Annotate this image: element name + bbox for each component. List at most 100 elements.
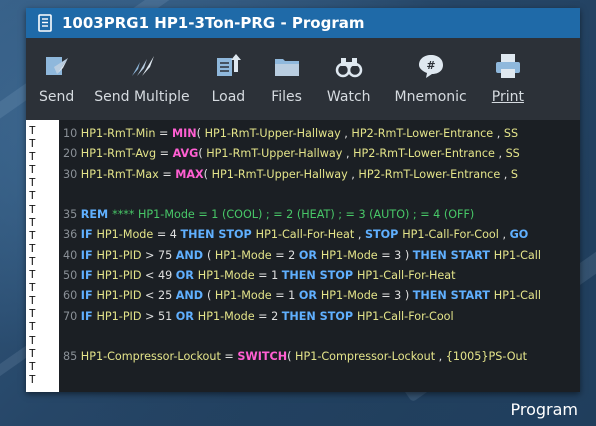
mnemonic-label: Mnemonic [394,89,467,105]
gutter-marker: T [29,372,36,386]
gutter-marker: T [29,254,36,268]
code-line[interactable]: 35 REM **** HP1-Mode = 1 (COOL) ; = 2 (H… [59,205,580,225]
code-token: IF [80,228,97,242]
gutter-marker: T [29,333,36,347]
code-token: THEN START [412,289,494,303]
code-token: ( [206,248,215,262]
code-token: = [159,127,172,140]
code-token: = 2 [275,248,299,262]
gutter-marker: T [29,241,36,255]
gutter-marker: T [29,228,36,242]
gutter-marker: T [29,124,36,137]
mnemonic-button[interactable]: # Mnemonic [395,52,467,105]
code-line[interactable]: 10 HP1-RmT-Min = MIN( HP1-RmT-Upper-Hall… [59,124,580,144]
line-type-gutter: TTTTTTTTTTTTTTTTTTTT [26,120,59,392]
code-token: HP2-RmT-Lower-Entrance [358,167,504,181]
code-token: HP1-Call-For-Heat [356,269,456,283]
code-line[interactable]: 36 IF HP1-Mode = 4 THEN STOP HP1-Call-Fo… [59,225,580,245]
code-token: > 75 [145,248,176,262]
code-area[interactable]: 10 HP1-RmT-Min = MIN( HP1-RmT-Upper-Hall… [59,120,580,392]
code-token: = 3 ) [381,248,413,262]
code-token: HP1-Mode [197,309,259,323]
code-token: = [224,350,238,364]
program-document-icon [38,14,52,32]
code-line[interactable]: 70 IF HP1-PID > 51 OR HP1-Mode = 2 THEN … [59,307,580,327]
code-token: 40 [63,248,81,262]
code-token: ( [196,127,205,140]
code-token: AND [175,289,207,303]
code-token: HP1-PID [96,309,146,323]
code-token: HP1-Compressor-Lockout [295,350,439,364]
gutter-marker: T [29,137,36,151]
code-token: = 1 [258,269,282,283]
code-token: {1005}PS-Out [445,350,527,364]
send-multiple-button[interactable]: Send Multiple [94,52,190,105]
code-token: 85 [63,350,81,364]
code-token: THEN STOP [180,228,256,242]
code-token: HP1-Mode [96,228,157,242]
code-line[interactable]: 90 IF HP1-Call-For-Heat OR HP1-Call-For-… [59,388,580,392]
code-line[interactable]: 60 IF HP1-PID < 25 AND ( HP1-Mode = 1 OR… [59,286,580,306]
code-token: 60 [63,289,81,303]
title-bar[interactable]: 1003PRG1 HP1-3Ton-PRG - Program [26,8,580,38]
program-caption: Program [510,400,578,419]
code-line[interactable]: 40 IF HP1-PID > 75 AND ( HP1-Mode = 2 OR… [59,246,580,266]
code-token: HP1-RmT-Upper-Hallway [204,127,345,140]
watch-button[interactable]: Watch [327,52,371,105]
files-label: Files [271,89,302,105]
gutter-marker: T [29,202,36,216]
code-line[interactable] [59,327,580,347]
code-line[interactable]: 50 IF HP1-PID < 49 OR HP1-Mode = 1 THEN … [59,266,580,286]
code-token: HP1-RmT-Upper-Hallway [206,147,346,161]
code-token: ( [287,350,296,364]
load-button[interactable]: Load [212,52,245,105]
gutter-marker: T [29,150,36,164]
code-token: = [162,167,176,181]
code-line[interactable]: 20 HP1-RmT-Avg = AVG( HP1-RmT-Upper-Hall… [59,144,580,164]
gutter-marker: T [29,163,36,177]
code-token: HP1-PID [96,289,146,303]
code-token: HP1-Call-For-Heat [255,228,358,242]
code-line[interactable]: 85 HP1-Compressor-Lockout = SWITCH( HP1-… [59,347,580,367]
code-token: 50 [63,269,81,283]
code-token: IF [80,309,97,323]
code-token: THEN START [412,248,494,262]
send-button[interactable]: Send [39,52,74,105]
binoculars-icon [335,58,362,78]
code-token: 70 [63,309,81,323]
code-token: 10 [63,127,81,140]
gutter-marker: T [29,176,36,190]
code-token: OR [199,391,221,392]
gutter-marker: T [29,215,36,229]
code-token: HP1-Mode [320,289,382,303]
gutter-marker: T [29,307,36,321]
code-token: **** HP1-Mode = 1 (COOL) ; = 2 (HEAT) ; … [112,208,475,222]
svg-text:#: # [426,59,435,72]
code-token: THEN STOP [281,269,357,283]
code-token: HP1-PID [96,248,146,262]
mnemonic-icon: # [418,55,443,78]
code-token: HP1-Mode [214,248,276,262]
print-label: Print [491,89,524,105]
code-token: = [159,147,173,161]
print-button[interactable]: Print [492,52,524,105]
code-token: = 4 [156,228,181,242]
code-token: S [510,167,518,181]
code-token: HP1-Call [493,289,541,303]
code-token: = 1 [275,289,299,303]
code-token: HP1-RmT-Max [80,167,163,181]
code-token: OR [175,309,198,323]
gutter-marker: T [29,281,36,295]
code-token: OR [298,248,321,262]
code-token: HP1-Compressor-Lockout [80,350,225,364]
program-editor[interactable]: TTTTTTTTTTTTTTTTTTTT 10 HP1-RmT-Min = MI… [26,120,580,392]
gutter-marker: T [29,268,36,282]
files-button[interactable]: Files [271,52,302,105]
code-line[interactable] [59,368,580,388]
code-line[interactable] [59,185,580,205]
code-token: < 25 [145,289,176,303]
code-token: HP1-Mode [214,289,276,303]
code-line[interactable]: 30 HP1-RmT-Max = MAX( HP1-RmT-Upper-Hall… [59,165,580,185]
code-token: SWITCH [237,350,288,364]
code-token: = 2 [258,309,282,323]
